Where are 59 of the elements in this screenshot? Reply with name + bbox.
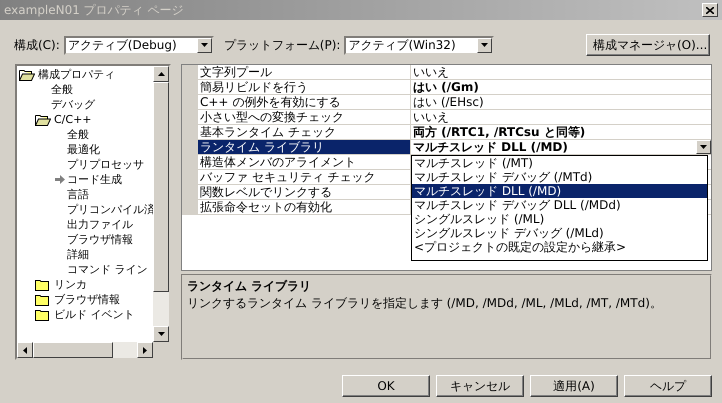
property-value[interactable]: 両方 (/RTC1, /RTCsu と同等) bbox=[411, 125, 711, 139]
tree-item[interactable]: C/C++ bbox=[54, 113, 92, 126]
horizontal-scrollbar[interactable] bbox=[17, 342, 169, 358]
property-value[interactable]: いいえ bbox=[411, 65, 711, 79]
dropdown-option[interactable]: マルチスレッド DLL (/MD) bbox=[412, 184, 707, 198]
tree-item[interactable]: プリプロセッサ bbox=[67, 157, 144, 172]
tree-item[interactable]: ブラウザ情報 bbox=[54, 292, 120, 307]
platform-label: プラットフォーム(P): bbox=[224, 36, 340, 54]
tree-item[interactable]: コマンド ライン bbox=[67, 262, 148, 277]
property-name[interactable]: ランタイム ライブラリ bbox=[198, 140, 411, 154]
vertical-scrollbar[interactable] bbox=[153, 66, 169, 342]
property-name[interactable]: 簡易リビルドを行う bbox=[198, 80, 411, 94]
tree-item[interactable]: 最適化 bbox=[67, 142, 100, 157]
dialog-button[interactable]: ヘルプ bbox=[624, 375, 712, 397]
dropdown-option[interactable]: マルチスレッド デバッグ (/MTd) bbox=[412, 170, 707, 184]
dropdown-option[interactable]: マルチスレッド デバッグ DLL (/MDd) bbox=[412, 198, 707, 212]
tree-item[interactable]: ビルド イベント bbox=[54, 307, 134, 322]
tree-item[interactable]: 全般 bbox=[51, 82, 73, 97]
tree-item[interactable]: 詳細 bbox=[67, 247, 89, 262]
tree-item[interactable]: 構成プロパティ bbox=[38, 67, 115, 82]
tree-item[interactable]: リンカ bbox=[54, 277, 87, 292]
tree-item[interactable]: ブラウザ情報 bbox=[67, 232, 133, 247]
tree-item[interactable]: 言語 bbox=[67, 187, 89, 202]
left-arrow-icon bbox=[23, 346, 27, 354]
dropdown-option[interactable]: <プロジェクトの既定の設定から継承> bbox=[412, 240, 707, 254]
dropdown-option[interactable]: シングルスレッド デバッグ (/MLd) bbox=[412, 226, 707, 240]
property-name[interactable]: 文字列プール bbox=[198, 65, 411, 79]
right-arrow-icon bbox=[143, 346, 147, 354]
up-arrow-icon bbox=[158, 72, 164, 76]
down-arrow-icon bbox=[158, 332, 164, 336]
dropdown-option[interactable]: マルチスレッド (/MT) bbox=[412, 156, 707, 170]
close-button[interactable] bbox=[702, 3, 718, 17]
configuration-manager-button[interactable]: 構成マネージャ(O)... bbox=[586, 34, 710, 56]
platform-dropdown[interactable]: アクティブ(Win32) bbox=[344, 36, 494, 54]
property-name[interactable]: C++ の例外を有効にする bbox=[198, 95, 411, 109]
dialog-button[interactable]: キャンセル bbox=[436, 375, 524, 397]
tree-item[interactable]: 出力ファイル bbox=[67, 217, 133, 232]
tree-item[interactable]: デバッグ bbox=[51, 97, 95, 112]
arrow-icon bbox=[55, 175, 65, 184]
dialog-button[interactable]: OK bbox=[342, 375, 430, 397]
dropdown-option[interactable]: シングルスレッド (/ML) bbox=[412, 212, 707, 226]
dropdown-arrow-icon bbox=[200, 43, 208, 47]
description-text: リンクするランタイム ライブラリを指定します (/MD, /MDd, /ML, /MLd, /MT, /MTd)。 bbox=[187, 295, 663, 312]
property-name[interactable]: 基本ランタイム チェック bbox=[198, 125, 411, 139]
dropdown-arrow-icon bbox=[481, 43, 488, 47]
close-icon bbox=[706, 6, 714, 14]
property-value[interactable]: はい (/EHsc) bbox=[411, 95, 711, 109]
configuration-label: 構成(C): bbox=[14, 36, 60, 54]
property-value[interactable]: マルチスレッド DLL (/MD) bbox=[411, 140, 711, 154]
property-value[interactable]: はい (/Gm) bbox=[411, 80, 711, 94]
dialog-button[interactable]: 適用(A) bbox=[530, 375, 618, 397]
tree-item[interactable]: コード生成 bbox=[67, 172, 122, 187]
window-title: exampleN01 プロパティ ページ bbox=[4, 2, 185, 18]
description-title: ランタイム ライブラリ bbox=[187, 278, 312, 295]
dropdown-arrow-icon bbox=[700, 145, 707, 149]
configuration-dropdown[interactable]: アクティブ(Debug) bbox=[64, 36, 214, 54]
tree-item[interactable]: 全般 bbox=[67, 127, 89, 142]
property-value[interactable]: いいえ bbox=[411, 110, 711, 124]
property-name[interactable]: 小さい型への変換チェック bbox=[198, 110, 411, 124]
